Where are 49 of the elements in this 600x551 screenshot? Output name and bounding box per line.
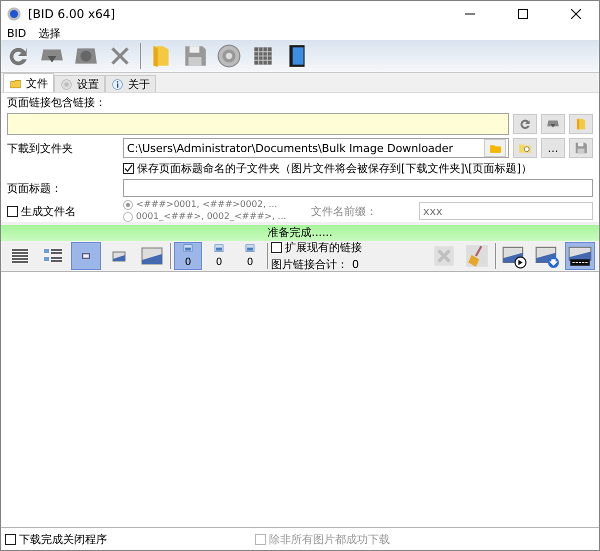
url-field[interactable] (7, 113, 509, 135)
radio-button[interactable] (123, 200, 133, 210)
browse-button[interactable]: ... (541, 138, 565, 158)
checkbox[interactable] (123, 163, 134, 174)
field-label: 页面链接包含链接： (7, 95, 107, 110)
checkbox-label: 下载完成关闭程序 (19, 532, 107, 546)
folder-icon (574, 117, 588, 131)
status-bar: 准备完成...... (1, 225, 599, 241)
total-count: 0 (352, 258, 359, 271)
tab[interactable]: 设置 (54, 75, 105, 92)
radio-button[interactable] (123, 212, 133, 222)
tab[interactable]: 文件 (3, 73, 54, 92)
maximize-icon (518, 8, 528, 18)
checkbox-label: 保存页面标题命名的子文件夹（图片文件将会被保存到[下载文件夹]\[页面标题]） (137, 161, 532, 176)
tab[interactable]: 关于 (105, 75, 156, 92)
gear-icon (60, 78, 73, 90)
close-icon (571, 8, 581, 18)
action-button[interactable] (565, 242, 595, 270)
info-icon (111, 78, 124, 90)
filter-button[interactable]: 0 (236, 242, 264, 270)
explore-button[interactable] (513, 138, 537, 158)
field-label: 文件名前缀： (310, 204, 378, 218)
filter-button[interactable]: 0 (174, 242, 202, 270)
menu-item[interactable]: 选择 (38, 26, 60, 40)
checkbox[interactable] (271, 242, 282, 253)
menu-item[interactable]: BID (7, 26, 26, 40)
filter-button[interactable]: 0 (205, 242, 233, 270)
download-button[interactable] (541, 114, 565, 134)
save-button[interactable] (569, 138, 593, 158)
page-title-field[interactable] (123, 179, 593, 197)
field-label: 页面标题： (7, 180, 63, 196)
folder-field[interactable]: C:\Users\Administrator\Documents\Bulk Image Downloader (123, 138, 509, 158)
checkbox[interactable] (5, 534, 16, 544)
checkbox-label: 扩展现有的链接 (285, 240, 362, 255)
refresh-icon (518, 117, 532, 131)
small-thumbnail-icon (82, 253, 90, 259)
radio-label: <###>0001, <###>0002, ... (136, 200, 278, 210)
gear-icon (216, 43, 242, 69)
checkbox[interactable] (7, 206, 18, 216)
save-icon (574, 141, 588, 155)
checkbox-label: 除非所有图片都成功下载 (269, 532, 390, 546)
broom-icon (464, 243, 490, 269)
total-label: 图片链接合计： (271, 257, 348, 272)
field-label: 下載到文件夹 (7, 140, 74, 156)
app-icon (7, 6, 21, 20)
refresh-button[interactable] (513, 114, 537, 134)
window-title: [BID 6.00 x64] (28, 6, 116, 20)
radio-label: 0001_<###>, 0002_<###>, ... (136, 212, 286, 222)
checkbox-label: 生成文件名 (21, 204, 76, 218)
